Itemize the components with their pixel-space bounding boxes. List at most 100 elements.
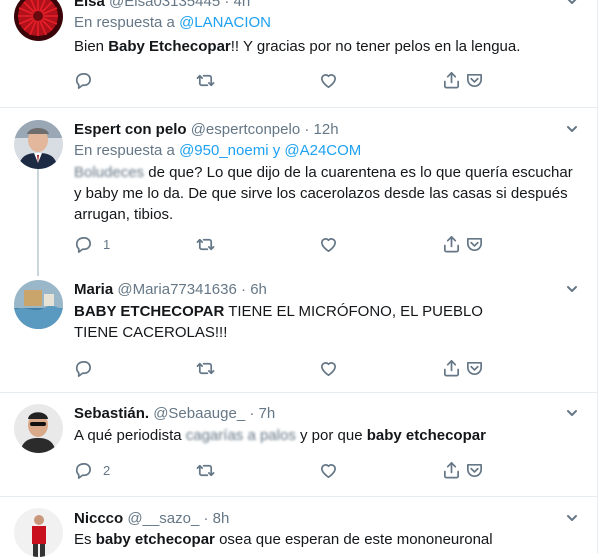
avatar[interactable]	[14, 0, 63, 41]
retweet-icon	[196, 464, 215, 476]
mention-link[interactable]: @A24COM	[284, 142, 361, 159]
more-menu-button[interactable]	[565, 0, 579, 8]
reply-count: 2	[103, 462, 111, 478]
text-highlight: baby etchecopar	[366, 427, 486, 444]
tweet-4[interactable]: Sebastián. @Sebaauge_ · 7h A qué periodi…	[0, 393, 597, 496]
retweet-button[interactable]	[196, 232, 215, 256]
text-segment: Bien	[74, 38, 109, 55]
avatar-image	[14, 0, 63, 41]
separator-dot: ·	[249, 405, 255, 422]
chevron-down-icon	[567, 286, 577, 292]
like-button[interactable]	[319, 356, 338, 380]
user-handle[interactable]: @espertconpelo	[191, 121, 300, 138]
reply-icon	[75, 360, 91, 377]
text-segment: Es	[74, 531, 96, 548]
tweet-text: Boludeces de que? Lo que dijo de la cuar…	[74, 162, 579, 225]
more-menu-button[interactable]	[565, 406, 579, 420]
text-highlight: BABY ETCHECOPAR	[74, 303, 225, 320]
reply-prefix: En respuesta a	[74, 14, 175, 31]
tweet-header: Niccco @__sazo_ · 8h	[74, 510, 229, 528]
save-button[interactable]	[465, 356, 484, 380]
user-handle[interactable]: @__sazo_	[127, 510, 199, 527]
reply-button[interactable]: 2	[74, 458, 110, 482]
timestamp[interactable]: 7h	[259, 405, 276, 422]
heart-icon	[320, 237, 337, 252]
reply-icon	[75, 236, 91, 253]
more-menu-button[interactable]	[565, 511, 579, 525]
chevron-down-icon	[567, 126, 577, 132]
avatar[interactable]	[14, 508, 63, 557]
user-handle[interactable]: @Elsa03135445	[109, 0, 220, 10]
like-button[interactable]	[319, 232, 338, 256]
heart-icon	[320, 463, 337, 478]
reply-count: 1	[103, 236, 111, 252]
pocket-icon	[466, 361, 483, 375]
share-icon	[443, 461, 460, 478]
reply-context: En respuesta a @LANACION	[74, 14, 271, 32]
tweet-2[interactable]: Espert con pelo @espertconpelo · 12h En …	[0, 108, 597, 268]
tweet-actions	[74, 68, 494, 92]
avatar[interactable]	[14, 280, 63, 329]
retweet-button[interactable]	[196, 68, 215, 92]
text-segment: y por que	[295, 427, 367, 444]
share-button[interactable]	[442, 458, 461, 482]
user-handle[interactable]: @Maria77341636	[117, 281, 236, 298]
reply-button[interactable]: 1	[74, 232, 110, 256]
like-button[interactable]	[319, 458, 338, 482]
tweet-actions: 1	[74, 232, 494, 256]
retweet-icon	[196, 362, 215, 374]
avatar-image	[14, 280, 63, 329]
timestamp[interactable]: 8h	[213, 510, 230, 527]
share-button[interactable]	[442, 68, 461, 92]
tweet-text: Bien Baby Etchecopar!! Y gracias por no …	[74, 36, 574, 57]
display-name[interactable]: Maria	[74, 281, 113, 298]
separator-dot: ·	[304, 121, 310, 138]
reply-button[interactable]	[74, 68, 103, 92]
save-button[interactable]	[465, 68, 484, 92]
chevron-down-icon	[567, 0, 577, 4]
avatar[interactable]	[14, 120, 63, 169]
tweet-header: Sebastián. @Sebaauge_ · 7h	[74, 405, 275, 423]
timestamp[interactable]: 6h	[250, 281, 267, 298]
mention-link[interactable]: @950_noemi	[179, 142, 268, 159]
heart-icon	[320, 73, 337, 88]
mention-link[interactable]: @LANACION	[179, 14, 271, 31]
reply-prefix: En respuesta a	[74, 142, 175, 159]
more-menu-button[interactable]	[565, 282, 579, 296]
display-name[interactable]: Elsa	[74, 0, 105, 10]
retweet-icon	[196, 238, 215, 250]
reply-icon	[75, 72, 91, 89]
tweet-header: Espert con pelo @espertconpelo · 12h	[74, 121, 339, 139]
save-button[interactable]	[465, 232, 484, 256]
timestamp[interactable]: 12h	[314, 121, 339, 138]
reply-button[interactable]	[74, 356, 103, 380]
tweet-5[interactable]: Niccco @__sazo_ · 8h Es baby etchecopar …	[0, 497, 597, 557]
save-button[interactable]	[465, 458, 484, 482]
avatar[interactable]	[14, 404, 63, 453]
tweet-1[interactable]: Elsa @Elsa03135445 · 4h En respuesta a @…	[0, 0, 597, 108]
display-name[interactable]: Niccco	[74, 510, 123, 527]
more-menu-button[interactable]	[565, 122, 579, 136]
text-segment: de que? Lo que dijo de la cuarentena es …	[74, 164, 573, 223]
tweet-text: BABY ETCHECOPAR TIENE EL MICRÓFONO, EL P…	[74, 301, 514, 343]
tweet-3[interactable]: Maria @Maria77341636 · 6h BABY ETCHECOPA…	[0, 268, 597, 393]
avatar-image	[14, 120, 63, 169]
display-name[interactable]: Espert con pelo	[74, 121, 187, 138]
text-segment: A qué periodista	[74, 427, 186, 444]
pocket-icon	[466, 463, 483, 477]
retweet-button[interactable]	[196, 356, 215, 380]
chevron-down-icon	[567, 410, 577, 416]
share-button[interactable]	[442, 356, 461, 380]
share-icon	[443, 71, 460, 88]
retweet-button[interactable]	[196, 458, 215, 482]
timestamp[interactable]: 4h	[234, 0, 251, 10]
avatar-image	[14, 508, 63, 557]
user-handle[interactable]: @Sebaauge_	[153, 405, 245, 422]
like-button[interactable]	[319, 68, 338, 92]
text-segment: !! Y gracias por no tener pelos en la le…	[230, 38, 521, 55]
timeline: Elsa @Elsa03135445 · 4h En respuesta a @…	[0, 0, 598, 557]
share-button[interactable]	[442, 232, 461, 256]
share-icon	[443, 359, 460, 376]
pocket-icon	[466, 73, 483, 87]
display-name[interactable]: Sebastián.	[74, 405, 149, 422]
